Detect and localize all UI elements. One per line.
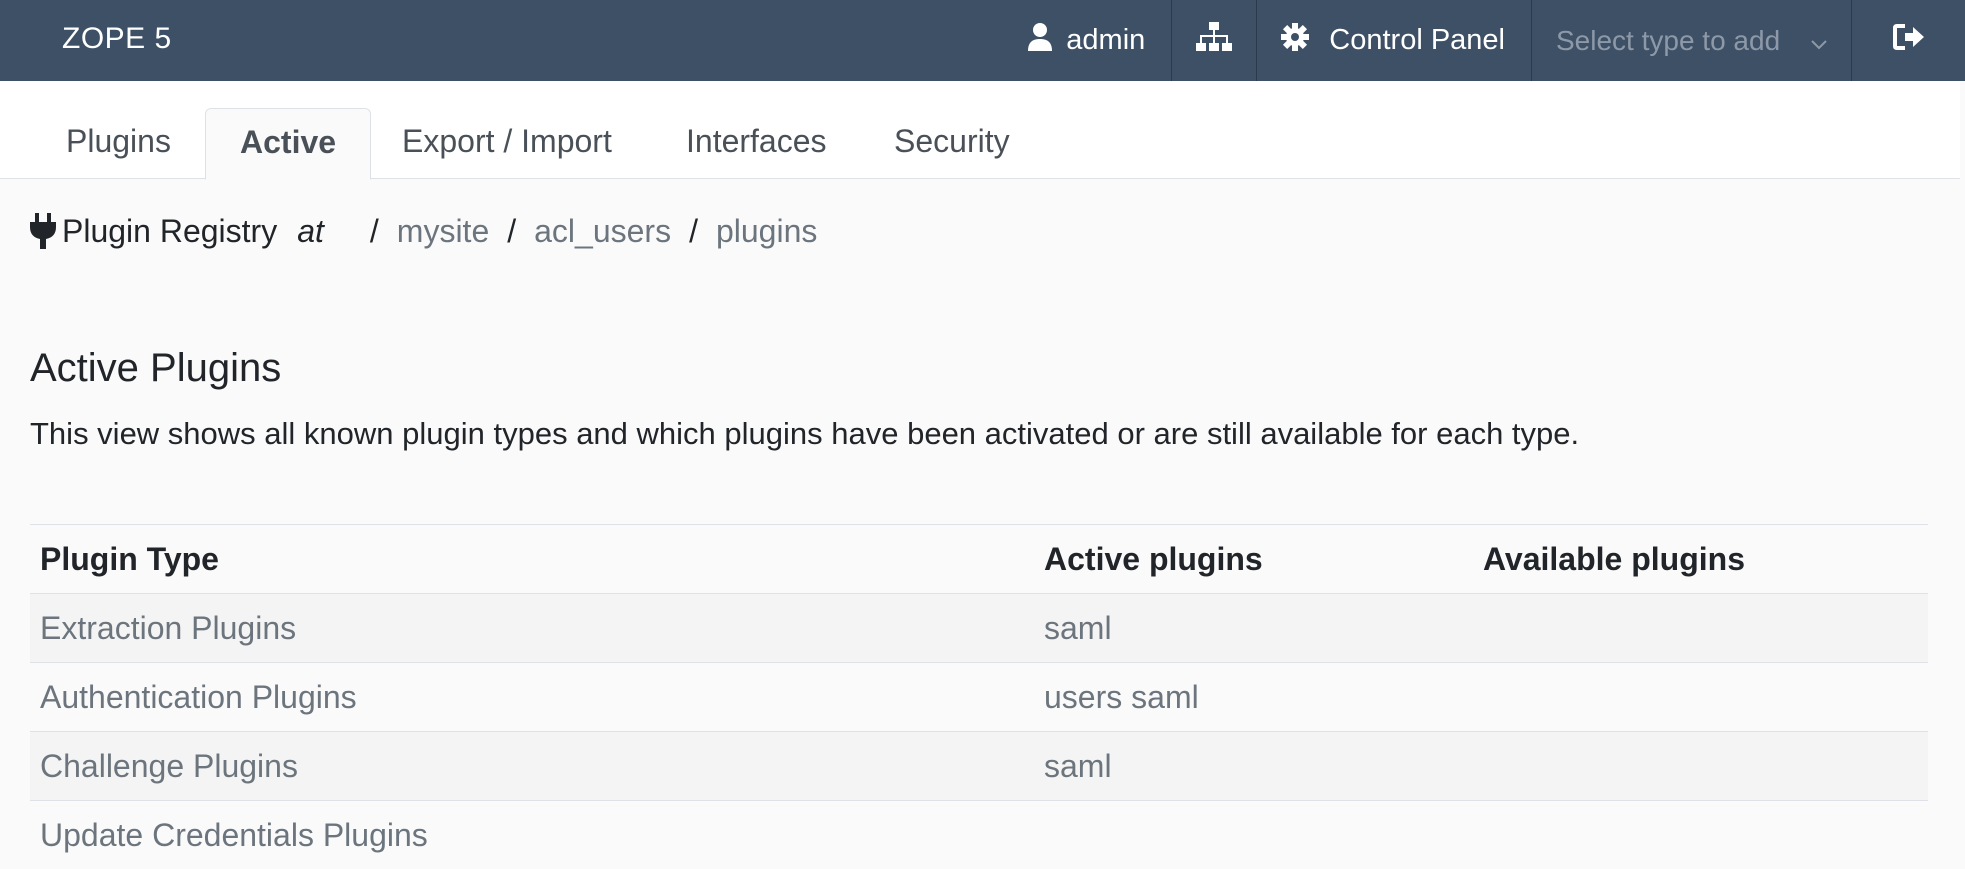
plugins-table: Plugin Type Active plugins Available plu… xyxy=(30,524,1928,869)
tab-security[interactable]: Security xyxy=(860,108,1044,180)
page-type-title: Plugin Registry xyxy=(62,213,277,250)
logout-icon xyxy=(1893,23,1925,59)
sitemap-button[interactable] xyxy=(1171,0,1256,81)
available-plugins-cell xyxy=(1473,594,1928,663)
navbar-right: admin Control Panel Select type to add xyxy=(1028,0,1965,81)
user-icon xyxy=(1028,23,1066,59)
control-panel-link[interactable]: Control Panel xyxy=(1256,0,1531,81)
breadcrumb-link-acl-users[interactable]: acl_users xyxy=(534,213,671,250)
table-row: Extraction Plugins saml xyxy=(30,594,1928,663)
plugin-type-cell[interactable]: Extraction Plugins xyxy=(30,594,1034,663)
tab-interfaces[interactable]: Interfaces xyxy=(652,108,861,180)
active-plugins-cell xyxy=(1034,801,1473,869)
add-type-placeholder: Select type to add xyxy=(1556,25,1780,57)
tab-bar: Plugins Active Export / Import Interface… xyxy=(0,81,1960,179)
column-header-active: Active plugins xyxy=(1034,525,1473,594)
column-header-available: Available plugins xyxy=(1473,525,1928,594)
tab-active[interactable]: Active xyxy=(205,108,371,180)
sitemap-icon xyxy=(1196,22,1232,60)
page-title: Active Plugins xyxy=(30,346,281,391)
available-plugins-cell xyxy=(1473,663,1928,732)
gear-icon xyxy=(1281,23,1329,59)
available-plugins-cell xyxy=(1473,732,1928,801)
plug-icon xyxy=(30,213,56,249)
tab-plugins[interactable]: Plugins xyxy=(32,108,205,180)
top-navbar: ZOPE 5 admin Control Panel Select type t… xyxy=(0,0,1965,81)
plugin-type-cell[interactable]: Challenge Plugins xyxy=(30,732,1034,801)
breadcrumb-separator: / xyxy=(507,213,516,250)
breadcrumb: Plugin Registry at / mysite / acl_users … xyxy=(30,206,817,256)
add-type-select[interactable]: Select type to add xyxy=(1531,0,1851,81)
active-plugins-cell: users saml xyxy=(1034,663,1473,732)
table-row: Update Credentials Plugins xyxy=(30,801,1928,869)
breadcrumb-separator: / xyxy=(689,213,698,250)
logout-button[interactable] xyxy=(1851,0,1965,81)
table-header-row: Plugin Type Active plugins Available plu… xyxy=(30,525,1928,594)
column-header-plugin-type: Plugin Type xyxy=(30,525,1034,594)
plugin-type-cell[interactable]: Update Credentials Plugins xyxy=(30,801,1034,869)
breadcrumb-separator: / xyxy=(370,213,379,250)
available-plugins-cell xyxy=(1473,801,1928,869)
plugin-type-cell[interactable]: Authentication Plugins xyxy=(30,663,1034,732)
active-plugins-cell: saml xyxy=(1034,732,1473,801)
table-row: Challenge Plugins saml xyxy=(30,732,1928,801)
breadcrumb-at: at xyxy=(297,213,324,250)
control-panel-label: Control Panel xyxy=(1329,24,1505,57)
breadcrumb-link-mysite[interactable]: mysite xyxy=(397,213,489,250)
page-description: This view shows all known plugin types a… xyxy=(30,416,1579,452)
brand-logo[interactable]: ZOPE 5 xyxy=(62,0,172,81)
chevron-down-icon xyxy=(1811,25,1827,57)
user-menu[interactable]: admin xyxy=(1028,0,1171,81)
username-label: admin xyxy=(1066,24,1145,57)
table-row: Authentication Plugins users saml xyxy=(30,663,1928,732)
breadcrumb-link-plugins[interactable]: plugins xyxy=(716,213,817,250)
active-plugins-cell: saml xyxy=(1034,594,1473,663)
tab-export-import[interactable]: Export / Import xyxy=(368,108,646,180)
